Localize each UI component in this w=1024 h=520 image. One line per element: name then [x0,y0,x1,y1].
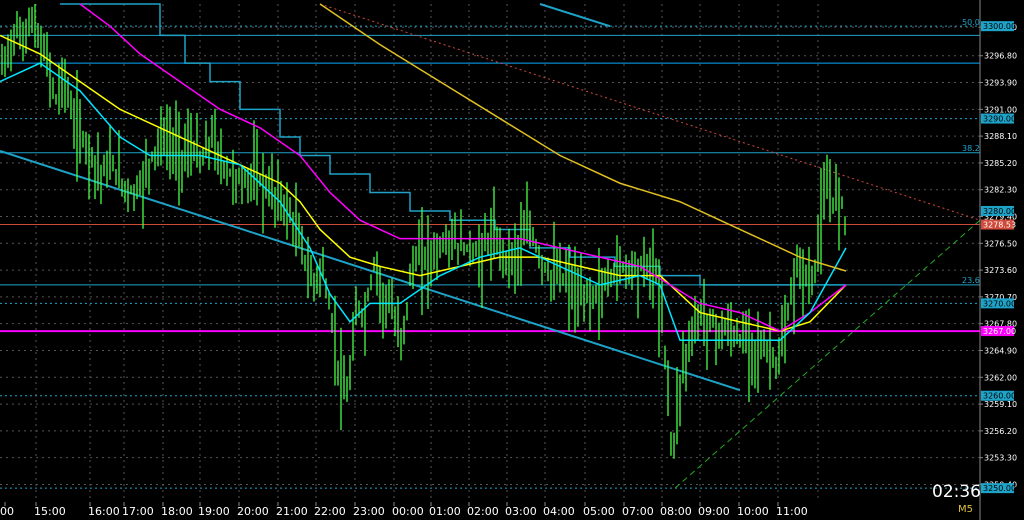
trend-line [539,3,611,28]
x-tick-label: 23:00 [353,505,385,518]
x-tick-label: 19:00 [198,505,230,518]
price-tag-label: 3267.00 [983,327,1016,336]
x-tick-label: 00 [0,505,14,518]
x-tick-label: 04:00 [543,505,575,518]
trend-lines [0,3,981,489]
grid [0,4,980,502]
countdown-timer: 02:36 [932,482,981,502]
price-tag-label: 3278.53 [983,221,1016,230]
y-axis: 3299.903296.803293.903291.003288.103285.… [979,0,1024,520]
x-tick-label: 15:00 [34,505,66,518]
y-tick-label: 3282.30 [984,186,1017,195]
moving-average-line [79,3,847,332]
x-tick-label: 08:00 [660,505,692,518]
step-line [60,3,846,286]
y-tick-label: 3296.80 [984,52,1017,61]
x-tick-label: 11:00 [776,505,808,518]
x-tick-label: 10:00 [737,505,769,518]
timeframe-label: M5 [958,504,973,515]
trend-line [319,3,981,221]
x-tick-label: 17:00 [122,505,154,518]
fib-label: 23.6 [962,276,980,285]
step-line-path [60,3,846,286]
x-tick-label: 21:00 [276,505,308,518]
y-tick-label: 3276.50 [984,239,1017,248]
y-tick-label: 3293.90 [984,79,1017,88]
price-tag-label: 3270.00 [983,299,1016,308]
x-tick-label: 07:00 [622,505,654,518]
y-tick-label: 3291.00 [984,105,1017,114]
x-axis: 00 15:00 16:00 17:00 18:00 19:00 20:00 21:00 22:… [0,502,808,518]
trend-line [674,219,981,489]
moving-average-line [0,62,847,342]
price-tag-label: 3260.00 [983,392,1016,401]
x-tick-label: 01:00 [429,505,461,518]
y-tick-label: 3262.00 [984,373,1017,382]
x-tick-label: 05:00 [583,505,615,518]
x-tick-label: 22:00 [314,505,346,518]
horizontal-lines [0,25,980,489]
x-tick-label: 20:00 [237,505,269,518]
x-tick-label: 09:00 [698,505,730,518]
price-tag-label: 3250.00 [983,484,1016,493]
price-chart[interactable]: 50.038.223.6 3299.903296.803293.903291.0… [0,0,1024,520]
x-tick-label: 03:00 [505,505,537,518]
moving-average-line [319,3,847,272]
y-tick-label: 3273.60 [984,266,1017,275]
x-tick-label: 18:00 [161,505,193,518]
price-tag-label: 3280.00 [983,207,1016,216]
moving-averages [0,3,847,342]
x-tick-label: 16:00 [88,505,120,518]
x-tick-label: 00:00 [392,505,424,518]
x-tick-label: 02:00 [467,505,499,518]
fib-label: 38.2 [962,144,980,153]
fib-label: 50.0 [962,18,980,27]
price-tag-label: 3300.00 [983,22,1016,31]
y-tick-label: 3285.20 [984,159,1017,168]
y-tick-label: 3259.10 [984,400,1017,409]
y-tick-label: 3264.90 [984,346,1017,355]
y-tick-label: 3256.20 [984,427,1017,436]
y-tick-label: 3288.10 [984,132,1017,141]
price-tag-label: 3290.00 [983,115,1016,124]
y-tick-label: 3253.30 [984,454,1017,463]
fib-labels: 50.0 38.2 23.6 [962,18,980,285]
